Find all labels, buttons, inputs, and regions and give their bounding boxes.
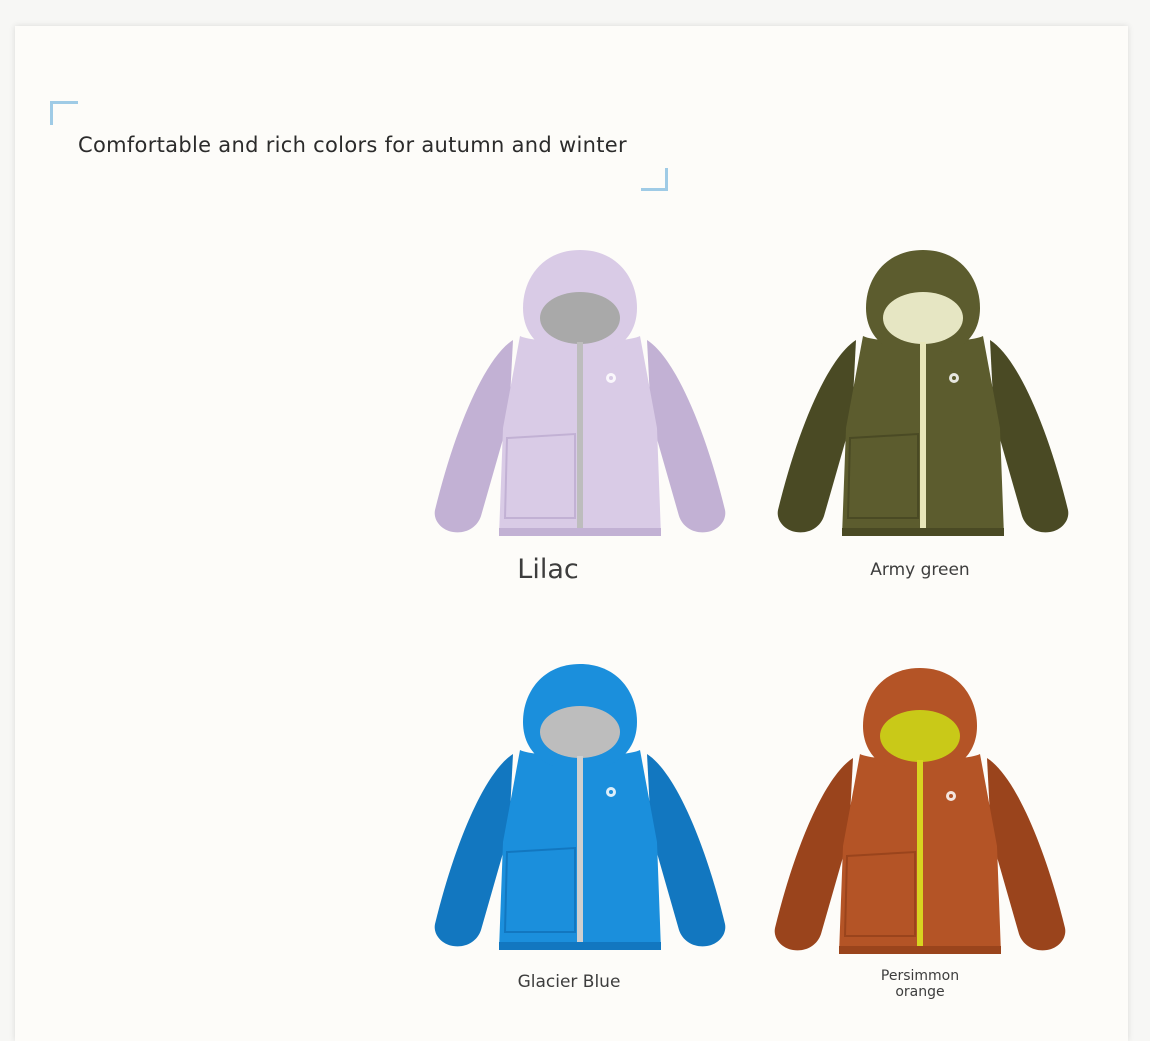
color-option-persimmon-orange[interactable] xyxy=(765,666,1075,958)
color-label-lilac: Lilac xyxy=(517,554,579,585)
color-label-glacier-blue: Glacier Blue xyxy=(517,972,621,992)
jacket-persimmon-orange-icon xyxy=(774,668,1066,954)
corner-bracket-top-left xyxy=(50,101,78,125)
color-label-army-green: Army green xyxy=(870,560,970,580)
color-option-glacier-blue[interactable] xyxy=(425,662,735,954)
color-option-army-green[interactable] xyxy=(768,248,1078,540)
jacket-army-green-icon xyxy=(777,250,1069,536)
color-option-lilac[interactable] xyxy=(425,248,735,540)
section-headline: Comfortable and rich colors for autumn a… xyxy=(78,133,627,157)
jacket-lilac-icon xyxy=(434,250,726,536)
corner-bracket-bottom-right xyxy=(641,168,668,191)
jacket-glacier-blue-icon xyxy=(434,664,726,950)
color-label-persimmon-orange: Persimmon orange xyxy=(880,968,960,1000)
